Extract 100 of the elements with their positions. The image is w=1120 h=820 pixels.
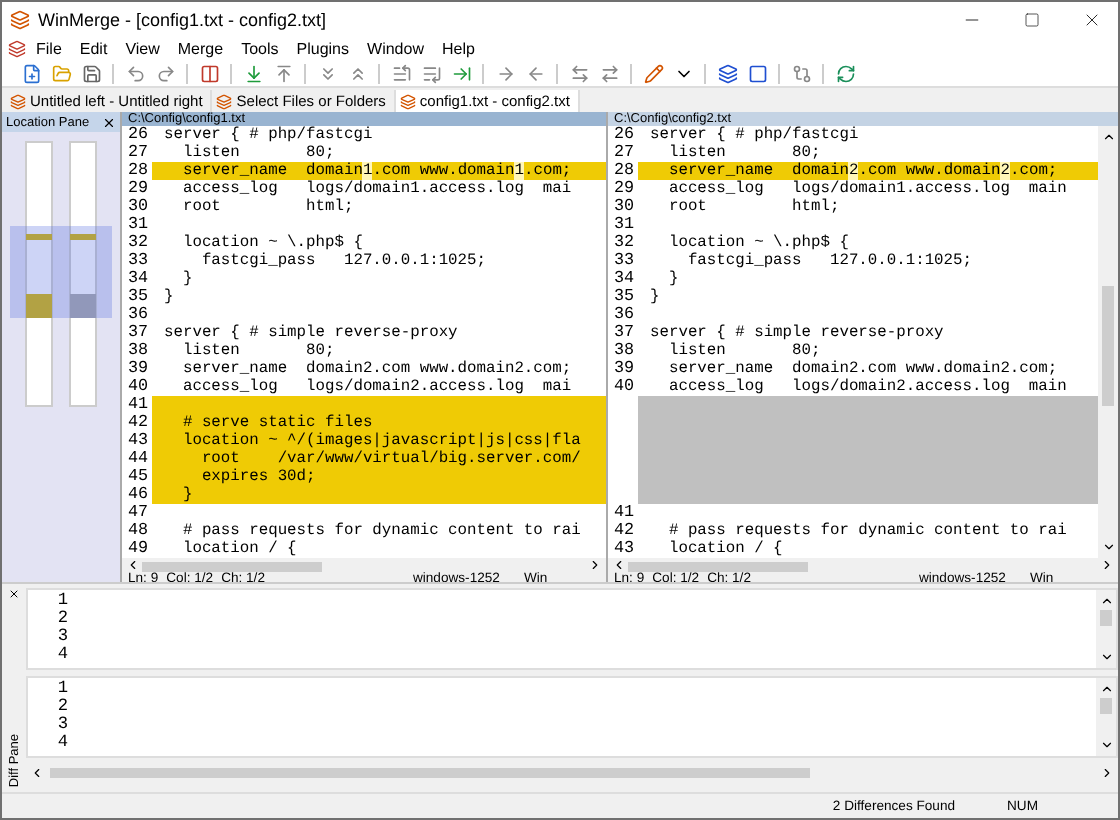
scroll-down-icon[interactable] — [1099, 650, 1113, 664]
menu-item[interactable]: Plugins — [288, 39, 358, 57]
line-number: 26 — [611, 126, 634, 144]
scroll-up-icon[interactable] — [1099, 682, 1113, 696]
line-number: 35 — [125, 288, 148, 306]
line-number: 30 — [611, 198, 634, 216]
line-number: 45 — [125, 468, 148, 486]
line-number: 43 — [611, 540, 634, 558]
scroll-thumb[interactable] — [1100, 610, 1112, 626]
vertical-scrollbar[interactable] — [1098, 126, 1118, 558]
line-number: 28 — [125, 162, 148, 180]
close-icon[interactable] — [102, 115, 116, 129]
line-number: 39 — [611, 360, 634, 378]
scroll-down-icon[interactable] — [1101, 540, 1115, 554]
line-number: 40 — [125, 378, 148, 396]
line-number: 48 — [125, 522, 148, 540]
line-number: 33 — [125, 252, 148, 270]
menu-item[interactable]: Help — [433, 39, 483, 57]
line-number: 42 — [125, 414, 148, 432]
layers-icon[interactable] — [714, 61, 740, 85]
line-number: 27 — [611, 144, 634, 162]
line-number: 4 — [55, 734, 68, 752]
undo-icon[interactable] — [122, 61, 148, 85]
menu-item[interactable]: Tools — [233, 39, 287, 57]
line-number: 42 — [611, 522, 634, 540]
close-icon[interactable] — [8, 588, 20, 600]
line-number: 44 — [125, 450, 148, 468]
scroll-up-icon[interactable] — [1101, 130, 1115, 144]
line-number: 36 — [125, 306, 148, 324]
scroll-down-icon[interactable] — [1099, 738, 1113, 752]
line-number: 29 — [125, 180, 148, 198]
stack-icon — [216, 93, 233, 109]
line-number: 37 — [611, 324, 634, 342]
line-number: 36 — [611, 306, 634, 324]
menu-item[interactable]: Window — [359, 39, 432, 57]
line-number: 37 — [125, 324, 148, 342]
line-number: 31 — [125, 216, 148, 234]
compare-icon[interactable] — [788, 61, 814, 85]
line-number: 35 — [611, 288, 634, 306]
line-number: 33 — [611, 252, 634, 270]
line-number: 1 — [55, 592, 68, 610]
line-number: 46 — [125, 486, 148, 504]
line-number: 31 — [611, 216, 634, 234]
line-number: 29 — [611, 180, 634, 198]
menu-item[interactable]: File — [28, 39, 70, 57]
line-number: 3 — [55, 716, 68, 734]
line-number: 32 — [611, 234, 634, 252]
line-number: 2 — [55, 610, 68, 628]
scroll-up-icon[interactable] — [1099, 594, 1113, 608]
line-number: 38 — [125, 342, 148, 360]
line-number: 34 — [611, 270, 634, 288]
scroll-left-icon[interactable] — [30, 766, 44, 780]
scroll-left-icon[interactable] — [612, 558, 626, 572]
line-number: 47 — [125, 504, 148, 522]
menu-item[interactable]: Edit — [71, 39, 116, 57]
list-start-icon[interactable] — [388, 61, 414, 85]
square-icon[interactable] — [744, 61, 770, 85]
vertical-scrollbar[interactable] — [1096, 678, 1116, 756]
window-title: WinMerge - [config1.txt - config2.txt] — [38, 9, 329, 29]
scroll-thumb[interactable] — [142, 562, 322, 572]
menu-item[interactable]: Merge — [169, 39, 232, 57]
scroll-thumb[interactable] — [1100, 698, 1112, 714]
line-number: 3 — [55, 628, 68, 646]
line-number: 43 — [125, 432, 148, 450]
app-logo-icon — [10, 9, 30, 29]
list-end-icon[interactable] — [418, 61, 444, 85]
scroll-thumb[interactable] — [628, 562, 808, 572]
scroll-thumb[interactable] — [50, 768, 810, 778]
close-icon[interactable] — [1082, 9, 1102, 29]
line-number: 40 — [611, 378, 634, 396]
line-number: 32 — [125, 234, 148, 252]
line-number: 2 — [55, 698, 68, 716]
line-number: 30 — [125, 198, 148, 216]
line-number: 34 — [125, 270, 148, 288]
stack-icon — [399, 93, 416, 109]
line-number: 41 — [125, 396, 148, 414]
line-number: 27 — [125, 144, 148, 162]
scroll-right-icon[interactable] — [1100, 766, 1114, 780]
line-number: 49 — [125, 540, 148, 558]
line-number: 38 — [611, 342, 634, 360]
pencil-icon[interactable] — [640, 61, 666, 85]
menu-item[interactable]: View — [117, 39, 168, 57]
document-icon — [8, 39, 26, 57]
scroll-right-icon[interactable] — [1100, 558, 1114, 572]
line-number: 39 — [125, 360, 148, 378]
line-number: 1 — [55, 680, 68, 698]
line-number: 26 — [125, 126, 148, 144]
save-icon[interactable] — [78, 61, 104, 85]
arrow-to-line-icon[interactable] — [448, 61, 474, 85]
vertical-scrollbar[interactable] — [1096, 590, 1116, 668]
scroll-thumb[interactable] — [1102, 286, 1114, 406]
line-number: 4 — [55, 646, 68, 664]
columns-icon[interactable] — [196, 61, 222, 85]
stack-icon — [10, 93, 26, 109]
scroll-left-icon[interactable] — [126, 558, 140, 572]
refresh-icon[interactable] — [832, 61, 858, 85]
line-number: 41 — [611, 504, 634, 522]
maximize-icon[interactable] — [1024, 11, 1040, 27]
scroll-right-icon[interactable] — [588, 558, 602, 572]
line-number: 28 — [611, 162, 634, 180]
